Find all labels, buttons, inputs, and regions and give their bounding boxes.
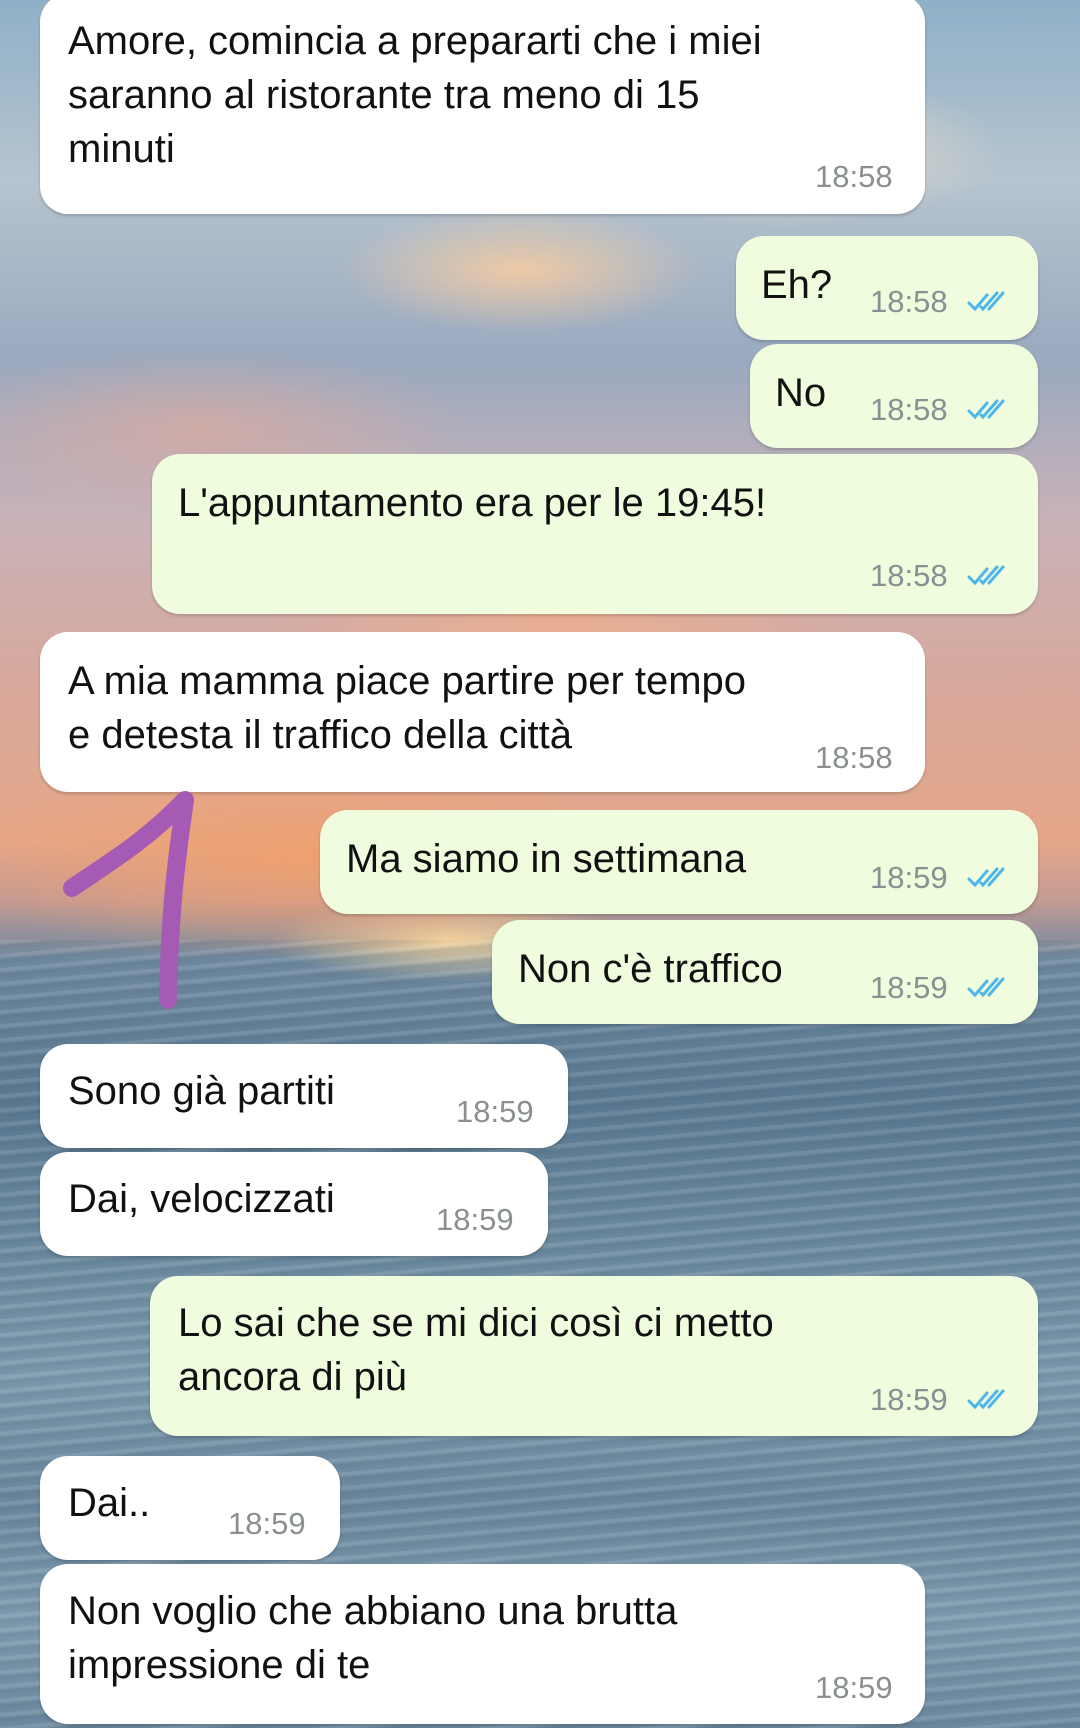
double-check-icon xyxy=(967,1389,1005,1410)
message-text: Sono già partiti xyxy=(68,1069,335,1113)
message-incoming[interactable]: A mia mamma piace partire per tempo e de… xyxy=(40,632,925,792)
message-text: A mia mamma piace partire per tempo e de… xyxy=(68,659,747,757)
message-outgoing[interactable]: Lo sai che se mi dici così ci metto anco… xyxy=(150,1276,1038,1436)
message-time: 18:59 xyxy=(456,1094,534,1129)
message-incoming[interactable]: Sono già partiti 18:59 xyxy=(40,1044,568,1148)
message-time: 18:59 xyxy=(815,1670,893,1705)
message-time: 18:58 xyxy=(870,558,948,593)
message-outgoing[interactable]: Non c'è traffico 18:59 xyxy=(492,920,1038,1024)
double-check-icon xyxy=(967,867,1005,888)
message-text: Lo sai che se mi dici così ci metto anco… xyxy=(178,1301,774,1399)
message-time: 18:58 xyxy=(815,740,893,775)
message-time: 18:59 xyxy=(870,1382,948,1417)
message-outgoing[interactable]: No 18:58 xyxy=(750,344,1038,448)
message-incoming[interactable]: Dai.. 18:59 xyxy=(40,1456,340,1560)
message-time: 18:59 xyxy=(870,970,948,1005)
message-time: 18:59 xyxy=(228,1506,306,1541)
message-time: 18:58 xyxy=(815,159,893,194)
message-text: Dai, velocizzati xyxy=(68,1177,335,1221)
double-check-icon xyxy=(967,291,1005,312)
double-check-icon xyxy=(967,977,1005,998)
message-time: 18:59 xyxy=(870,860,948,895)
hand-drawn-arrow-icon xyxy=(63,791,194,1009)
message-text: Amore, comincia a prepararti che i miei … xyxy=(68,19,762,171)
message-time: 18:58 xyxy=(870,284,948,319)
message-text: Dai.. xyxy=(68,1481,151,1525)
message-text: Non c'è traffico xyxy=(518,947,783,991)
message-incoming[interactable]: Non voglio che abbiano una brutta impres… xyxy=(40,1564,925,1724)
message-text: Non voglio che abbiano una brutta impres… xyxy=(68,1589,678,1687)
message-outgoing[interactable]: L'appuntamento era per le 19:45! 18:58 xyxy=(152,454,1038,614)
double-check-icon xyxy=(967,565,1005,586)
double-check-icon xyxy=(967,399,1005,420)
message-outgoing[interactable]: Eh? 18:58 xyxy=(736,236,1038,340)
message-time: 18:58 xyxy=(870,392,948,427)
message-text: L'appuntamento era per le 19:45! xyxy=(178,481,767,525)
message-incoming[interactable]: Amore, comincia a prepararti che i miei … xyxy=(40,0,925,214)
message-text: No xyxy=(775,371,827,415)
message-incoming[interactable]: Dai, velocizzati 18:59 xyxy=(40,1152,548,1256)
message-text: Eh? xyxy=(761,263,833,307)
message-time: 18:59 xyxy=(436,1202,514,1237)
message-text: Ma siamo in settimana xyxy=(346,837,747,881)
message-outgoing[interactable]: Ma siamo in settimana 18:59 xyxy=(320,810,1038,914)
